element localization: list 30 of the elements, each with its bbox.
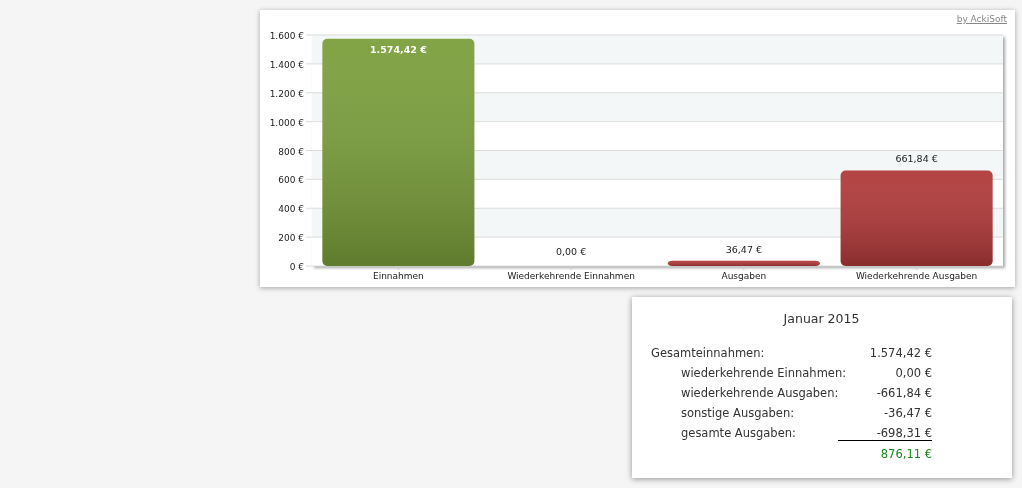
y-tick-label: 0 €: [289, 262, 304, 272]
summary-value: -36,47 €: [882, 406, 932, 420]
y-tick-label: 1.400 €: [269, 59, 304, 70]
summary-label: gesamte Ausgaben:: [680, 426, 797, 441]
summary-value: -661,84 €: [875, 386, 932, 400]
summary-label: sonstige Ausgaben:: [680, 406, 796, 420]
value-label: 0,00 €: [556, 246, 587, 257]
category-label: Ausgaben: [721, 271, 767, 281]
summary-value: 0,00 €: [894, 366, 932, 380]
summary-label: wiederkehrende Einnahmen:: [680, 366, 848, 380]
y-tick-label: 600 €: [278, 175, 304, 186]
y-tick-label: 200 €: [278, 233, 304, 244]
y-tick-label: 1.200 €: [269, 88, 304, 99]
summary-label: wiederkehrende Ausgaben:: [680, 386, 840, 400]
credit-link[interactable]: by AckiSoft: [956, 14, 1007, 24]
y-tick-label: 400 €: [278, 204, 304, 215]
y-tick-label: 1.000 €: [269, 117, 304, 128]
result-value: 876,11 €: [879, 447, 932, 461]
value-label: 661,84 €: [895, 153, 938, 165]
summary-title: Januar 2015: [782, 311, 861, 326]
value-label: 36,47 €: [725, 243, 762, 255]
summary-value: -698,31 €: [837, 426, 932, 441]
category-label: Wiederkehrende Einnahmen: [507, 271, 635, 281]
y-tick-label: 1.600 €: [269, 31, 304, 41]
category-label: Einnahmen: [372, 271, 424, 281]
summary-value: 1.574,42 €: [869, 346, 932, 360]
summary-label: Gesamteinnahmen:: [651, 346, 766, 360]
value-label: 1.574,42 €: [370, 43, 427, 55]
y-tick-label: 800 €: [278, 146, 304, 157]
category-label: Wiederkehrende Ausgaben: [855, 271, 978, 281]
